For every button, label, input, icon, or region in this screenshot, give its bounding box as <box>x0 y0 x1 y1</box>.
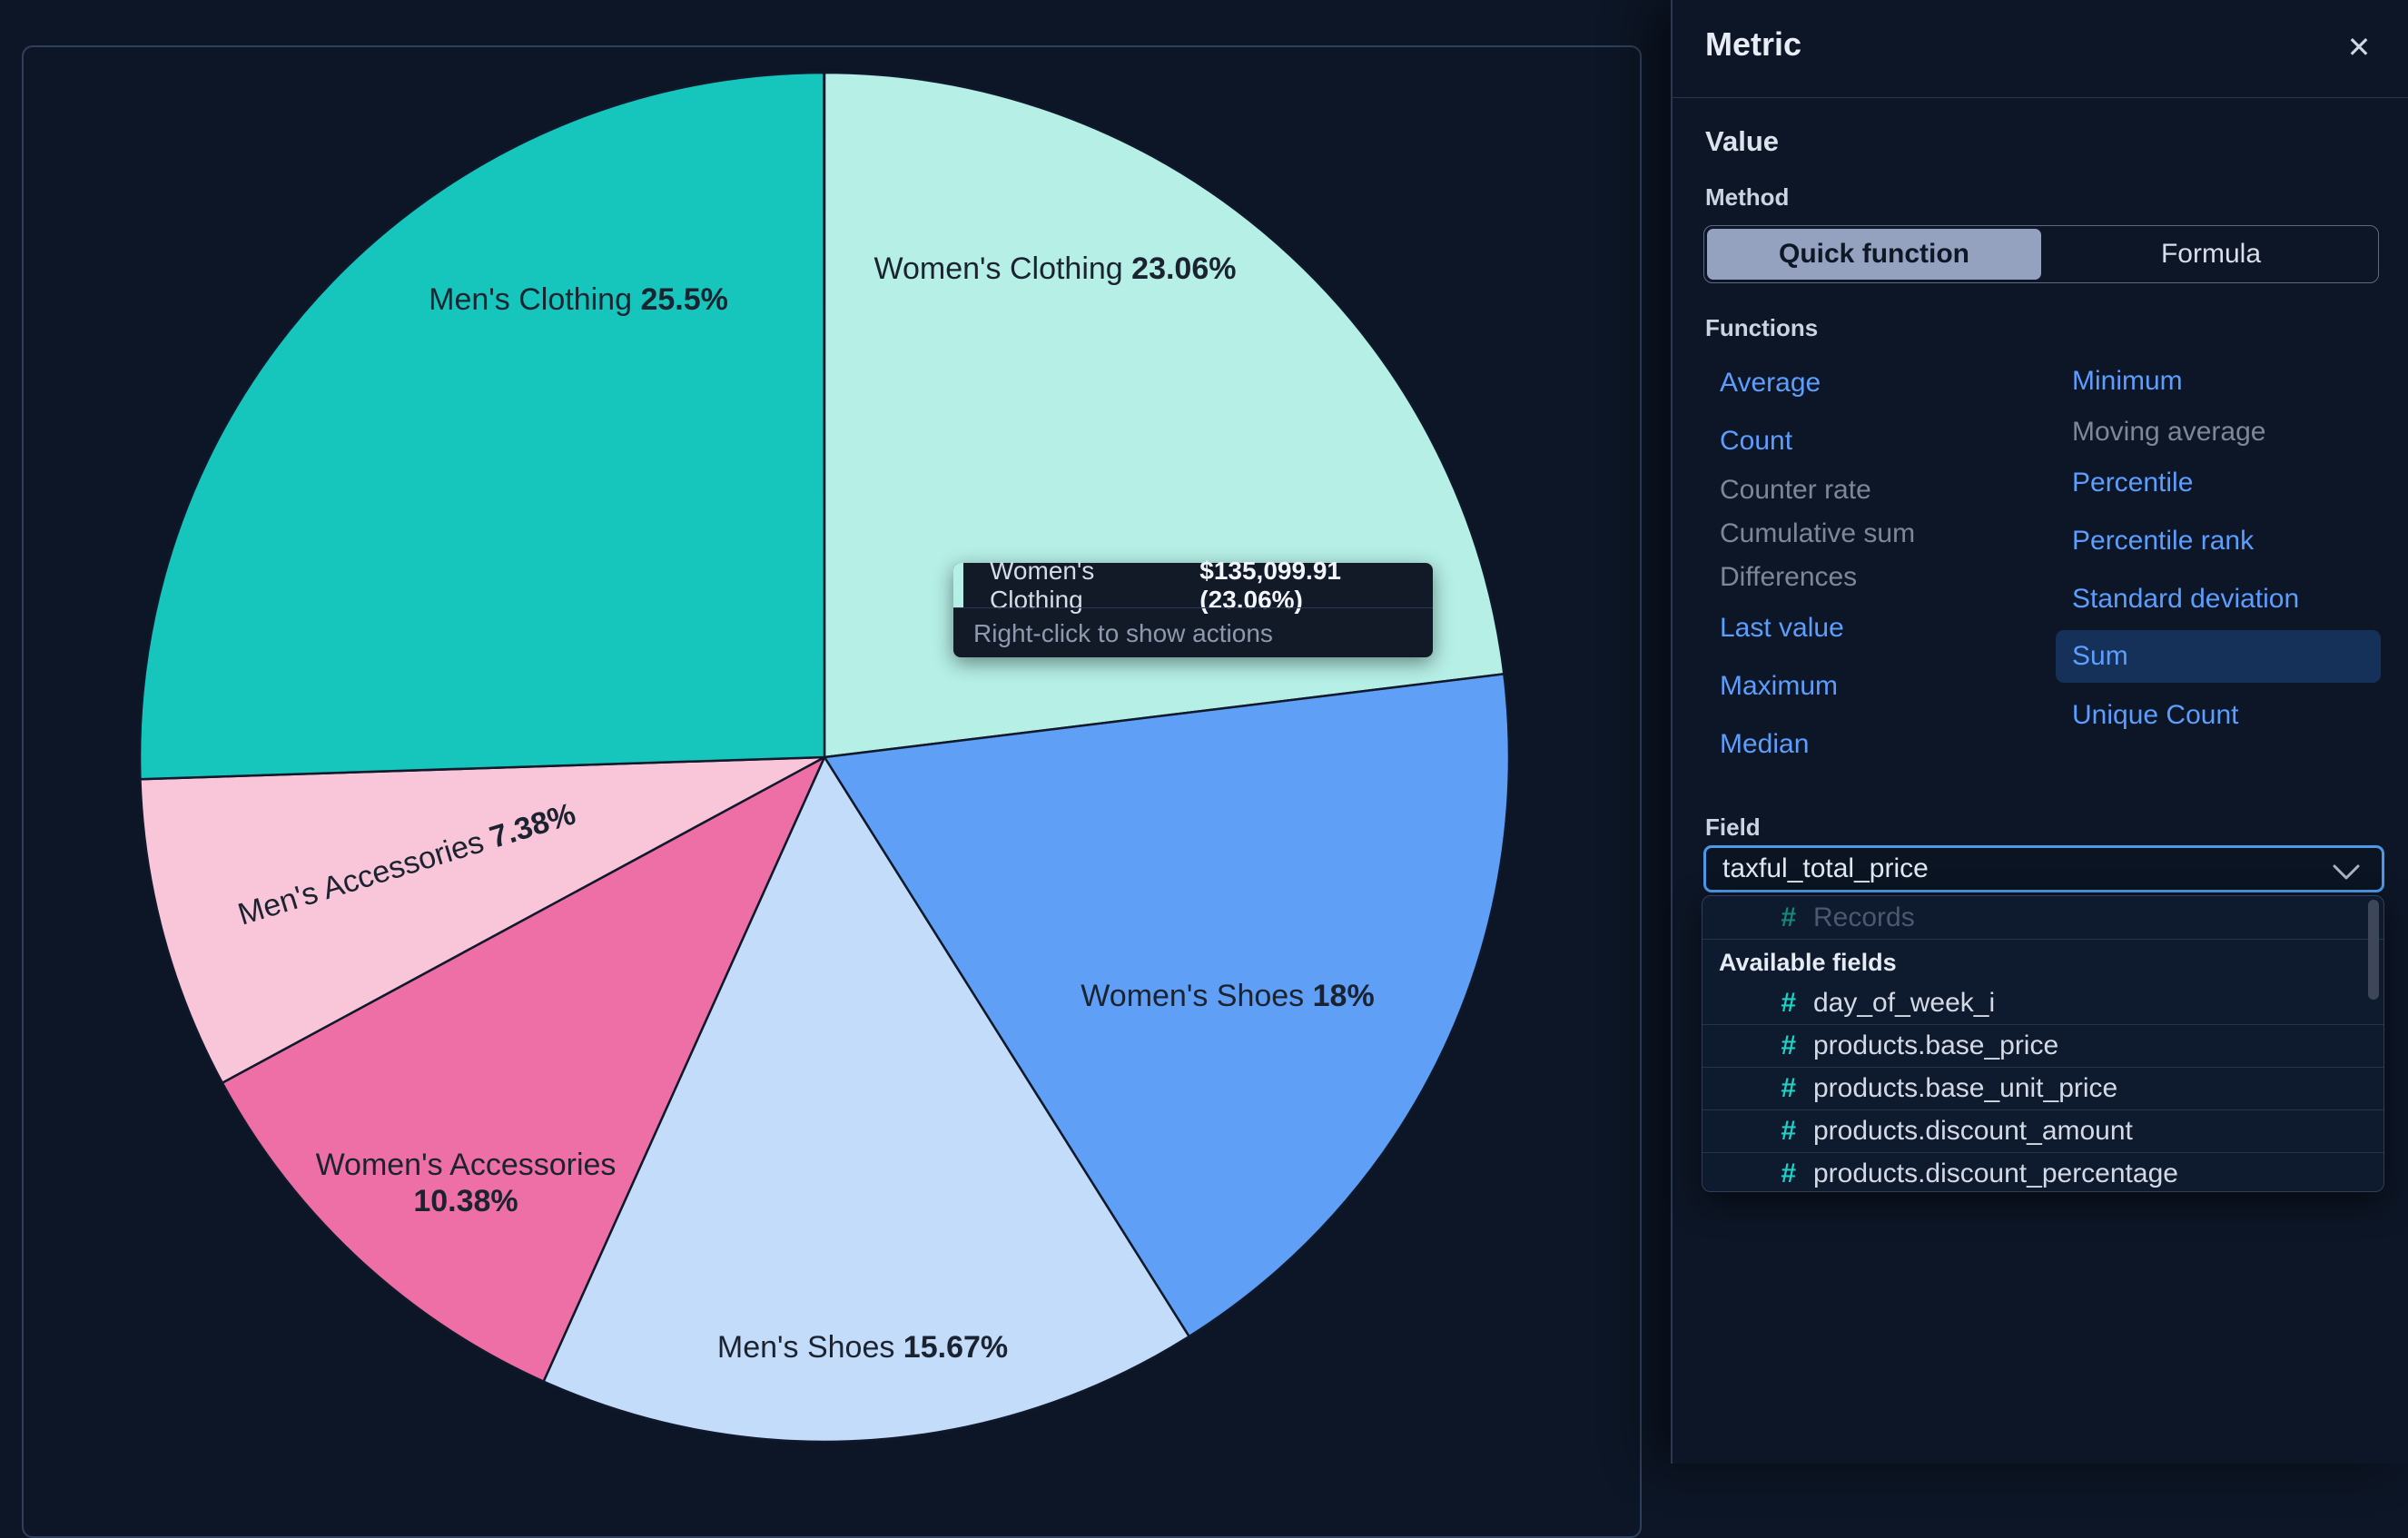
number-field-icon: # <box>1781 1158 1796 1189</box>
field-option-label: products.discount_percentage <box>1813 1158 2178 1189</box>
field-option-products-base-unit-price[interactable]: # products.base_unit_price <box>1702 1068 2383 1109</box>
close-icon[interactable]: ✕ <box>2339 27 2379 67</box>
field-option-day-of-week-i[interactable]: # day_of_week_i <box>1702 982 2383 1024</box>
method-formula-button[interactable]: Formula <box>2044 226 2378 282</box>
pie-chart <box>138 71 1511 1444</box>
tooltip-series-label: Women's Clothing <box>990 557 1179 615</box>
field-option-records: # Records <box>1702 897 2383 939</box>
series-color-marker <box>953 563 963 607</box>
pie-slice-men-s-clothing[interactable] <box>140 73 824 779</box>
popover-divider <box>1702 939 2383 940</box>
number-field-icon: # <box>1781 1073 1796 1104</box>
method-button-group: Quick function Formula <box>1703 225 2379 283</box>
value-section-heading: Value <box>1705 125 1779 158</box>
function-item-maximum[interactable]: Maximum <box>1720 666 1838 706</box>
number-field-icon: # <box>1781 1116 1796 1147</box>
function-item-average[interactable]: Average <box>1720 363 1821 403</box>
function-item-count[interactable]: Count <box>1720 421 1792 461</box>
field-option-label: products.base_price <box>1813 1030 2058 1061</box>
function-item-sum[interactable]: Sum <box>2056 630 2381 683</box>
number-field-icon: # <box>1781 988 1796 1019</box>
field-option-products-discount-amount[interactable]: # products.discount_amount <box>1702 1110 2383 1152</box>
function-item-standard-deviation[interactable]: Standard deviation <box>2072 579 2299 619</box>
field-options-popover: # Records Available fields # day_of_week_i # p… <box>1702 895 2384 1192</box>
number-field-icon: # <box>1781 902 1796 933</box>
function-item-percentile[interactable]: Percentile <box>2072 463 2193 503</box>
field-option-products-base-price[interactable]: # products.base_price <box>1702 1025 2383 1067</box>
method-quick-function-button[interactable]: Quick function <box>1707 229 2041 280</box>
tooltip-value: $135,099.91 (23.06%) <box>1199 557 1433 615</box>
function-item-percentile-rank[interactable]: Percentile rank <box>2072 521 2254 561</box>
field-combobox[interactable]: taxful_total_price <box>1703 845 2384 892</box>
chart-tooltip: Women's Clothing $135,099.91 (23.06%) Ri… <box>953 563 1433 657</box>
tooltip-title-row: Women's Clothing $135,099.91 (23.06%) <box>953 563 1433 607</box>
function-item-differences: Differences <box>1720 557 1857 597</box>
function-item-minimum[interactable]: Minimum <box>2072 361 2183 401</box>
metric-flyout-panel: Metric ✕ Value Method Quick function For… <box>1671 0 2408 1464</box>
function-item-last-value[interactable]: Last value <box>1720 608 1844 648</box>
chevron-down-icon <box>2331 861 2362 882</box>
functions-label: Functions <box>1705 314 1818 342</box>
number-field-icon: # <box>1781 1030 1796 1061</box>
field-option-label: products.base_unit_price <box>1813 1073 2117 1104</box>
tooltip-divider <box>953 607 1433 608</box>
function-item-cumulative-sum: Cumulative sum <box>1720 514 1915 554</box>
method-label: Method <box>1705 183 1789 212</box>
field-option-label: products.discount_amount <box>1813 1116 2133 1147</box>
field-option-label: day_of_week_i <box>1813 988 1995 1019</box>
popover-scrollbar-thumb[interactable] <box>2368 900 2379 1000</box>
available-fields-group-label: Available fields <box>1719 949 1897 977</box>
field-option-label: Records <box>1813 902 1915 933</box>
field-label: Field <box>1705 813 1761 842</box>
function-item-moving-average: Moving average <box>2072 412 2265 452</box>
field-option-products-discount-percentage[interactable]: # products.discount_percentage <box>1702 1153 2383 1192</box>
flyout-title: Metric <box>1705 25 1801 64</box>
function-item-unique-count[interactable]: Unique Count <box>2072 695 2238 735</box>
header-divider <box>1673 97 2408 98</box>
tooltip-hint: Right-click to show actions <box>973 619 1273 648</box>
function-item-median[interactable]: Median <box>1720 725 1809 764</box>
function-item-counter-rate: Counter rate <box>1720 470 1871 510</box>
field-combobox-value: taxful_total_price <box>1722 853 1929 884</box>
